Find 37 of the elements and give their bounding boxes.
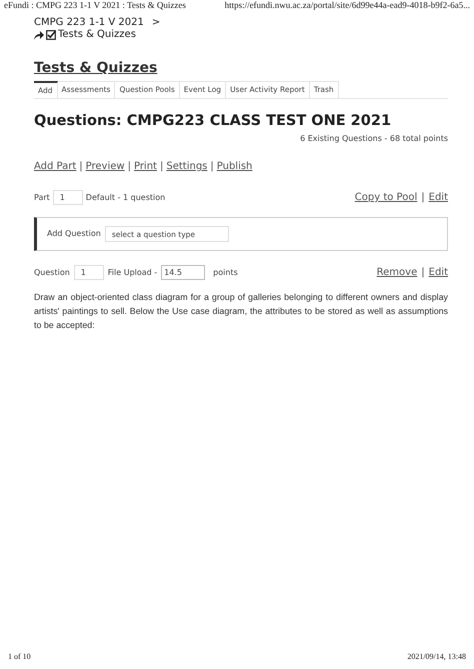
link[interactable]: Edit xyxy=(428,190,448,205)
action-link[interactable]: Preview xyxy=(86,159,125,174)
link-separator: | xyxy=(79,160,83,174)
tool-title: Tests & Quizzes xyxy=(34,59,158,77)
print-page-number: 1 of 10 xyxy=(8,651,31,663)
question-type: File Upload - xyxy=(108,266,158,278)
breadcrumb-link[interactable]: CMPG 223 1-1 V 2021 xyxy=(34,17,144,29)
action-link[interactable]: Add Part xyxy=(34,159,76,174)
part-number-field[interactable]: 1 xyxy=(52,190,83,205)
action-link[interactable]: Print xyxy=(134,159,157,174)
breadcrumb-separator: > xyxy=(152,17,160,29)
checkbox-icon xyxy=(46,30,56,40)
question-label: Question xyxy=(34,266,70,278)
add-question-label: Add Question xyxy=(47,228,101,240)
print-timestamp: 2021/09/14, 13:48 xyxy=(407,651,466,663)
link-separator: | xyxy=(421,266,425,280)
question-summary: 6 Existing Questions - 68 total points xyxy=(300,133,448,145)
link-separator: | xyxy=(128,160,131,174)
points-field[interactable]: 14.5 xyxy=(161,265,206,280)
link-separator: | xyxy=(210,160,214,174)
points-label: points xyxy=(213,266,238,278)
share-arrow-icon xyxy=(34,30,44,40)
link[interactable]: Remove xyxy=(376,265,418,280)
question-number-field[interactable]: 1 xyxy=(74,265,104,280)
part-label: Part xyxy=(34,192,50,204)
question-text: Draw an object-oriented class diagram for a group of galleries belonging to different owners and display artists' paintings to sell. Below the Use case diagram, the attributes to be stored as well as assumptions to be accepted: xyxy=(34,291,448,332)
action-link[interactable]: Settings xyxy=(166,159,208,174)
link-separator: | xyxy=(421,191,425,205)
link[interactable]: Edit xyxy=(428,265,448,280)
print-url: https://efundi.nwu.ac.za/portal/site/6d99e44a-ead9-4018-b9f2-6a5... xyxy=(224,0,470,11)
action-link[interactable]: Publish xyxy=(216,159,252,174)
breadcrumb-current: Tests & Quizzes xyxy=(58,29,136,41)
link[interactable]: Copy to Pool xyxy=(354,190,418,205)
link-separator: | xyxy=(160,160,164,174)
part-description: Default - 1 question xyxy=(86,192,166,204)
print-page-title: eFundi : CMPG 223 1-1 V 2021 : Tests & Quizzes xyxy=(4,0,186,11)
page-heading: Questions: CMPG223 CLASS TEST ONE 2021 xyxy=(34,112,392,131)
